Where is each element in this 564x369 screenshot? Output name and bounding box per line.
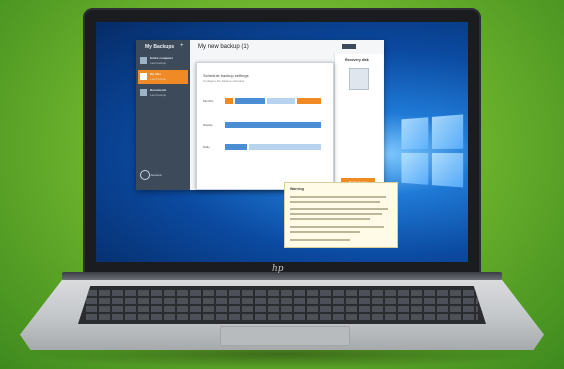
sidebar-item-label: My files (150, 72, 162, 76)
keyboard (78, 286, 486, 324)
backup-app-window: My Backups + Entire computer Last backup… (136, 40, 398, 248)
status-badge (342, 44, 356, 49)
laptop-screen: My Backups + Entire computer Last backup… (96, 22, 468, 262)
add-backup-icon[interactable]: + (180, 43, 184, 49)
sidebar-item-documents[interactable]: Documents Last backup (138, 86, 188, 100)
schedule-row-label: Daily (203, 145, 210, 149)
touchpad (220, 326, 350, 346)
schedule-bar (225, 122, 321, 128)
windows-logo-icon (401, 114, 465, 190)
hp-logo: hp (272, 264, 284, 274)
tooltip-text-line (290, 231, 360, 233)
warning-tooltip: Warning (284, 182, 398, 248)
schedule-marker (225, 98, 233, 104)
schedule-row-label: Monthly (203, 99, 214, 103)
tooltip-text-line (290, 213, 382, 215)
sidebar-item-label: Documents (150, 88, 167, 92)
key-row (86, 314, 478, 320)
schedule-dialog: Schedule backup settings Configure the b… (196, 62, 334, 190)
schedule-row-label: Weekly (203, 123, 213, 127)
computer-icon (140, 57, 147, 64)
account-link[interactable]: Account (140, 170, 162, 180)
avatar-icon (140, 170, 150, 180)
tooltip-text-line (290, 208, 388, 210)
document-icon (140, 89, 147, 96)
page-title: My new backup (1) (198, 44, 249, 50)
sidebar-item-sub: Last backup (150, 61, 167, 65)
tooltip-text-line (290, 196, 386, 198)
sidebar-item-sub: Last backup (150, 77, 167, 81)
key-row (86, 298, 478, 304)
schedule-row-daily[interactable]: Daily (203, 143, 327, 151)
sidebar-title: My Backups (145, 44, 175, 50)
sidebar-item-entire-computer[interactable]: Entire computer Last backup (138, 54, 188, 68)
schedule-bar (249, 144, 321, 150)
key-row (86, 290, 478, 296)
recovery-title: Recovery disk (345, 58, 369, 62)
sidebar-item-sub: Last backup (150, 93, 167, 97)
sidebar-item-label: Entire computer (150, 56, 174, 60)
key-row (86, 306, 478, 312)
tooltip-text-line (290, 201, 380, 203)
tooltip-text-line (290, 218, 370, 220)
sidebar-item-my-files[interactable]: My files Last backup (138, 70, 188, 84)
schedule-bar (267, 98, 295, 104)
drive-icon (349, 68, 369, 90)
tooltip-text-line (290, 239, 350, 241)
tooltip-title: Warning (290, 187, 304, 191)
recovery-panel: Recovery disk (334, 54, 383, 190)
schedule-row-monthly[interactable]: Monthly (203, 97, 327, 105)
schedule-marker (297, 98, 321, 104)
folder-icon (140, 73, 147, 80)
dialog-heading: Schedule backup settings (203, 73, 249, 78)
dialog-subheading: Configure the backup schedule (203, 79, 245, 83)
schedule-row-weekly[interactable]: Weekly (203, 121, 327, 129)
schedule-bar (235, 98, 265, 104)
schedule-bar (225, 144, 247, 150)
app-sidebar: My Backups + Entire computer Last backup… (136, 40, 190, 190)
tooltip-text-line (290, 226, 384, 228)
account-label: Account (150, 172, 162, 177)
